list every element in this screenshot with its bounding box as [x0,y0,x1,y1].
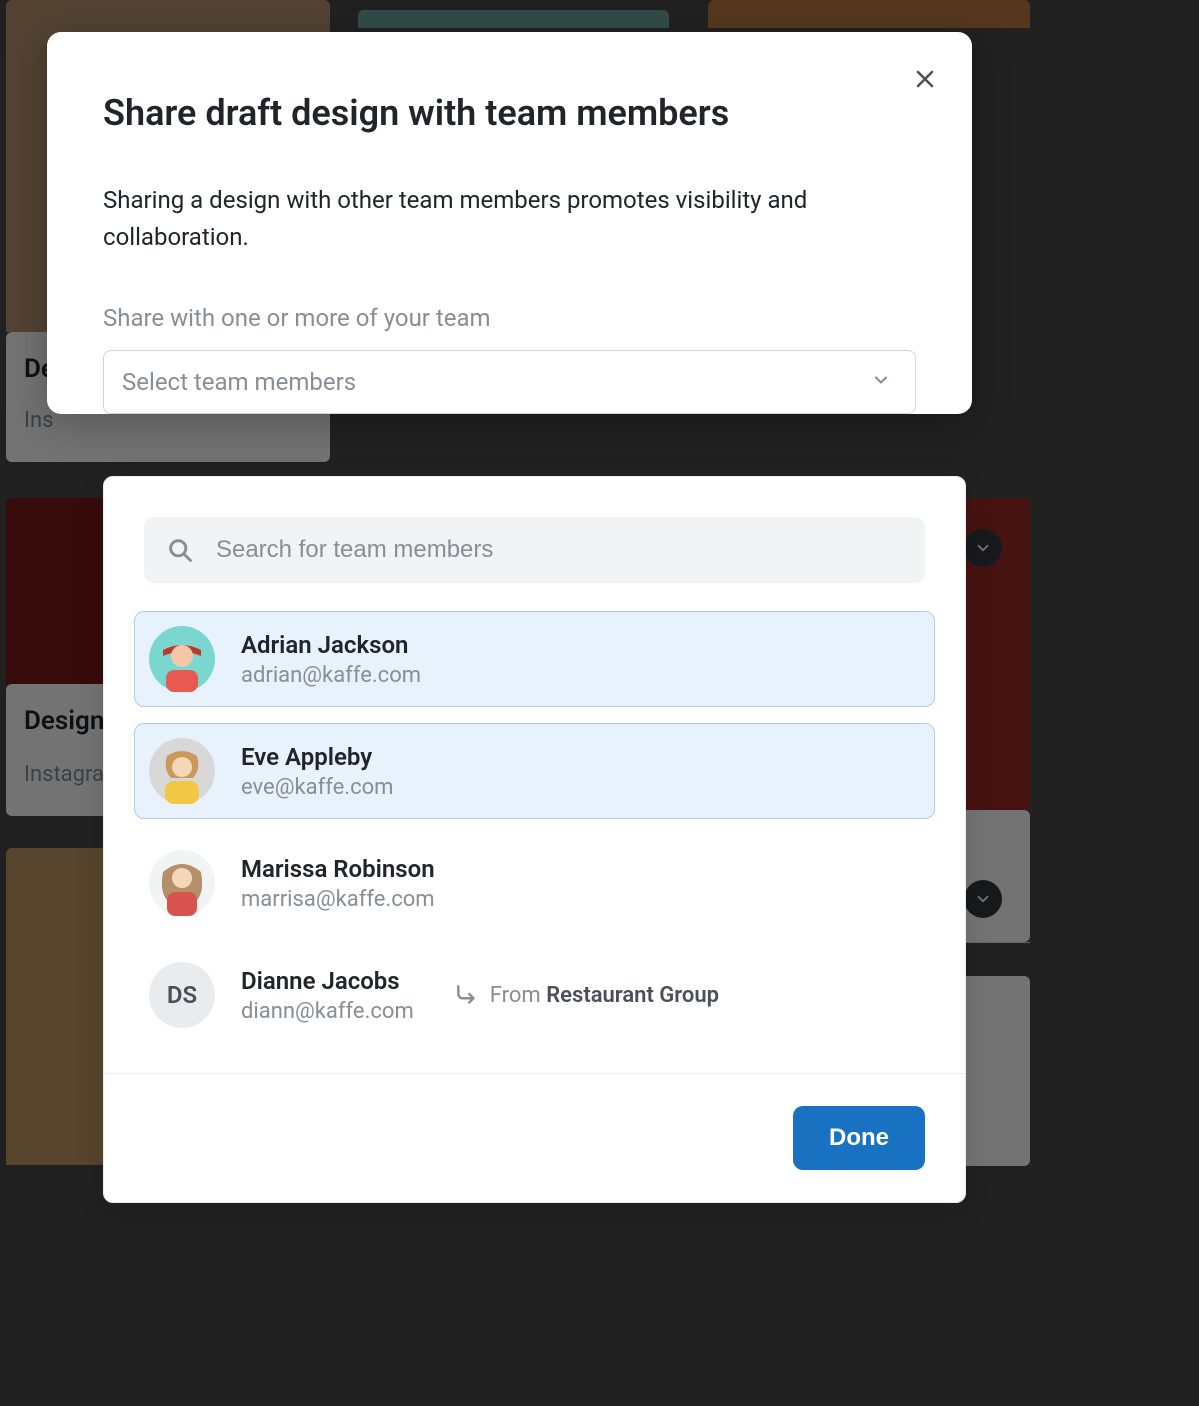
share-modal: Share draft design with team members Sha… [47,32,972,414]
close-button[interactable] [908,62,942,96]
member-email: diann@kaffe.com [241,999,414,1024]
member-email: marrisa@kaffe.com [241,887,435,912]
modal-description: Sharing a design with other team members… [103,182,916,256]
select-placeholder: Select team members [122,368,356,396]
member-item-dianne[interactable]: DS Dianne Jacobs diann@kaffe.com From Re… [134,947,935,1043]
member-list: Adrian Jackson adrian@kaffe.com Eve Appl… [104,611,965,1073]
avatar [149,626,215,692]
dropdown-footer: Done [104,1073,965,1202]
member-name: Adrian Jackson [241,631,421,659]
done-button[interactable]: Done [793,1106,925,1170]
member-info: Dianne Jacobs diann@kaffe.com [241,967,414,1024]
member-name: Eve Appleby [241,743,393,771]
member-email: eve@kaffe.com [241,775,393,800]
avatar [149,738,215,804]
member-name: Dianne Jacobs [241,967,414,995]
share-section-label: Share with one or more of your team [103,304,916,332]
search-input[interactable] [216,536,903,564]
modal-title: Share draft design with team members [103,92,916,134]
search-icon [166,535,194,565]
member-info: Adrian Jackson adrian@kaffe.com [241,631,421,688]
modal-header: Share draft design with team members [47,32,972,134]
avatar-initials: DS [149,962,215,1028]
modal-body: Sharing a design with other team members… [47,134,972,414]
member-info: Marissa Robinson marrisa@kaffe.com [241,855,435,912]
sub-arrow-icon [454,982,480,1008]
member-name: Marissa Robinson [241,855,435,883]
avatar [149,850,215,916]
from-prefix: From [490,983,546,1008]
close-icon [913,67,937,91]
member-item-marissa[interactable]: Marissa Robinson marrisa@kaffe.com [134,835,935,931]
team-member-dropdown: Adrian Jackson adrian@kaffe.com Eve Appl… [103,476,966,1203]
team-member-select[interactable]: Select team members [103,350,916,414]
member-item-adrian[interactable]: Adrian Jackson adrian@kaffe.com [134,611,935,707]
member-item-eve[interactable]: Eve Appleby eve@kaffe.com [134,723,935,819]
member-email: adrian@kaffe.com [241,663,421,688]
chevron-down-icon [871,370,891,394]
search-wrapper [144,517,925,583]
member-info: Eve Appleby eve@kaffe.com [241,743,393,800]
member-from-group: From Restaurant Group [454,982,719,1008]
from-group-name: Restaurant Group [546,983,719,1008]
